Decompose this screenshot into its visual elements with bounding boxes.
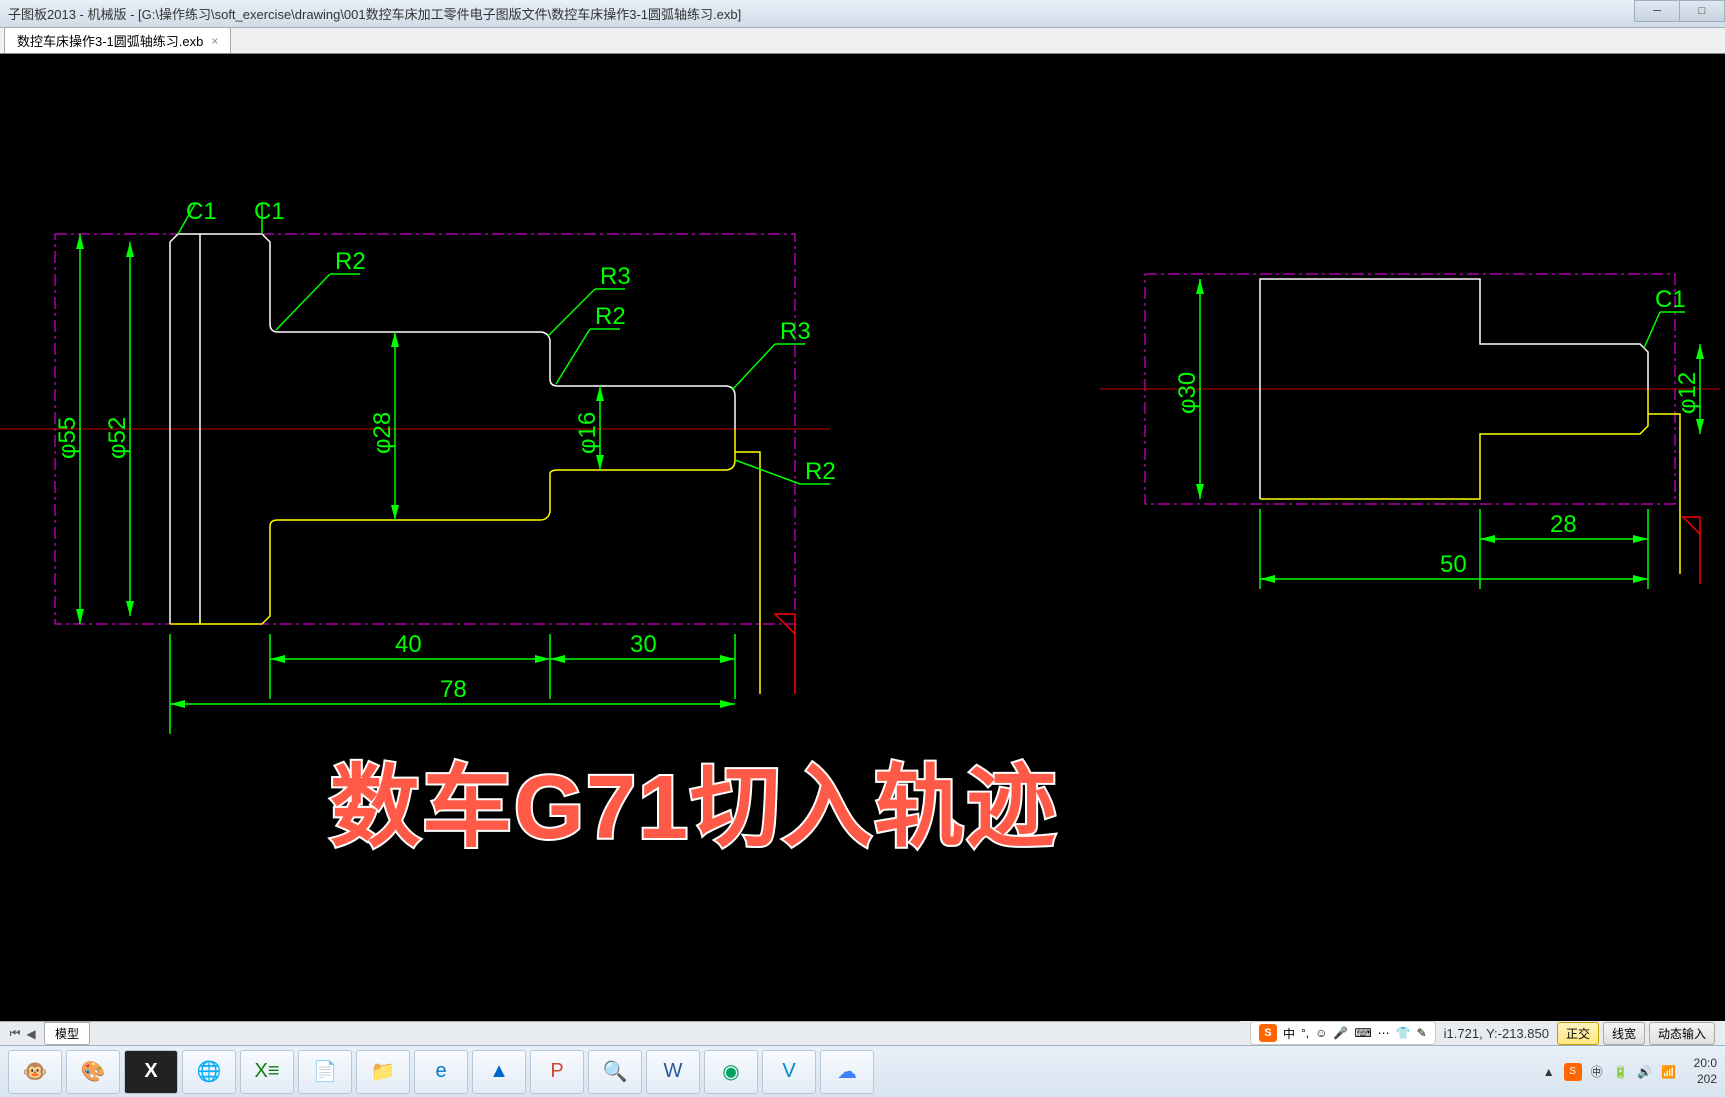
window-titlebar: 子图板2013 - 机械版 - [G:\操作练习\soft_exercise\d… [0, 0, 1725, 28]
close-icon[interactable]: × [211, 34, 218, 48]
dim-r2-c: R2 [805, 458, 836, 485]
tray-expand-icon[interactable]: ▲ [1540, 1063, 1558, 1081]
document-tab[interactable]: 数控车床操作3-1圆弧轴练习.exb × [4, 27, 231, 53]
task-app-1[interactable]: 🐵 [8, 1050, 62, 1094]
task-explorer[interactable]: 📁 [356, 1050, 410, 1094]
task-cad-app[interactable]: ◉ [704, 1050, 758, 1094]
sogou-icon[interactable]: S [1259, 1024, 1277, 1042]
dim-phi28: φ28 [369, 412, 396, 454]
tray-sogou-icon[interactable]: S [1564, 1063, 1582, 1081]
dim-c1-right: C1 [254, 198, 285, 225]
tray-volume-icon[interactable]: 🔊 [1636, 1063, 1654, 1081]
dim-phi55: φ55 [54, 417, 81, 459]
task-meeting[interactable]: ▲ [472, 1050, 526, 1094]
window-title: 子图板2013 - 机械版 - [G:\操作练习\soft_exercise\d… [8, 4, 741, 23]
taskbar-clock[interactable]: 20:0 202 [1694, 1056, 1717, 1087]
minimize-button[interactable]: ─ [1634, 0, 1680, 22]
tray-network-icon[interactable]: 📶 [1660, 1063, 1678, 1081]
system-tray: ▲ S ㊥ 🔋 🔊 📶 20:0 202 [1540, 1056, 1717, 1087]
dim-c1-right-part: C1 [1655, 286, 1686, 313]
nav-first-icon[interactable]: ⏮ [8, 1026, 22, 1042]
nav-prev-icon[interactable]: ◀ [24, 1026, 38, 1042]
statusbar: S 中 °, ☺ 🎤 ⌨ ⋯ 👕 ✎ i1.721, Y:-213.850 正交… [1240, 1021, 1725, 1045]
clock-date: 202 [1694, 1072, 1717, 1088]
tab-label: 数控车床操作3-1圆弧轴练习.exb [17, 31, 203, 50]
ime-bar[interactable]: S 中 °, ☺ 🎤 ⌨ ⋯ 👕 ✎ [1250, 1021, 1436, 1045]
clock-time: 20:0 [1694, 1056, 1717, 1072]
model-tab[interactable]: 模型 [44, 1022, 90, 1045]
tray-battery-icon[interactable]: 🔋 [1612, 1063, 1630, 1081]
ime-emoji-icon[interactable]: ☺ [1315, 1026, 1327, 1040]
dim-phi30: φ30 [1174, 372, 1201, 414]
dim-r3-b: R3 [780, 318, 811, 345]
drawing-canvas[interactable]: C1 C1 R2 R3 R2 R3 R2 φ55 φ52 φ28 φ16 [0, 54, 1725, 1017]
dim-r3-a: R3 [600, 263, 631, 290]
ime-menu-icon[interactable]: ⋯ [1378, 1026, 1390, 1040]
maximize-button[interactable]: □ [1679, 0, 1725, 22]
dim-phi12: φ12 [1674, 372, 1701, 414]
task-capcut[interactable]: X [124, 1050, 178, 1094]
ime-lang[interactable]: 中 [1283, 1025, 1295, 1042]
dim-r2-a: R2 [335, 248, 366, 275]
task-excel[interactable]: X≡ [240, 1050, 294, 1094]
window-controls: ─ □ [1635, 0, 1725, 22]
lineweight-button[interactable]: 线宽 [1603, 1022, 1645, 1045]
document-tabbar: 数控车床操作3-1圆弧轴练习.exb × [0, 28, 1725, 54]
dim-phi16: φ16 [574, 412, 601, 454]
ime-punct-icon[interactable]: °, [1301, 1026, 1309, 1040]
dim-phi52: φ52 [104, 417, 131, 459]
dim-28: 28 [1550, 511, 1577, 538]
ime-keyboard-icon[interactable]: ⌨ [1354, 1026, 1371, 1040]
ortho-button[interactable]: 正交 [1557, 1022, 1599, 1045]
task-word[interactable]: W [646, 1050, 700, 1094]
task-powerpoint[interactable]: P [530, 1050, 584, 1094]
dim-50: 50 [1440, 551, 1467, 578]
task-magnifier[interactable]: 🔍 [588, 1050, 642, 1094]
task-cloud[interactable]: ☁ [820, 1050, 874, 1094]
task-video[interactable]: V [762, 1050, 816, 1094]
dim-40: 40 [395, 631, 422, 658]
tray-lang-icon[interactable]: ㊥ [1588, 1063, 1606, 1081]
dim-78: 78 [440, 676, 467, 703]
task-ie[interactable]: e [414, 1050, 468, 1094]
ime-mic-icon[interactable]: 🎤 [1333, 1026, 1348, 1040]
task-paint[interactable]: 🎨 [66, 1050, 120, 1094]
task-notepad[interactable]: 📄 [298, 1050, 352, 1094]
video-overlay-text: 数车G71切入轨迹 [330, 734, 1058, 864]
task-browser[interactable]: 🌐 [182, 1050, 236, 1094]
dim-30: 30 [630, 631, 657, 658]
coordinates-readout: i1.721, Y:-213.850 [1444, 1026, 1549, 1041]
ime-skin-icon[interactable]: 👕 [1396, 1026, 1411, 1040]
dim-r2-b: R2 [595, 303, 626, 330]
dyninput-button[interactable]: 动态输入 [1649, 1022, 1715, 1045]
taskbar: 🐵 🎨 X 🌐 X≡ 📄 📁 e ▲ P 🔍 W ◉ V ☁ ▲ S ㊥ 🔋 🔊… [0, 1045, 1725, 1097]
ime-tool-icon[interactable]: ✎ [1417, 1026, 1427, 1040]
